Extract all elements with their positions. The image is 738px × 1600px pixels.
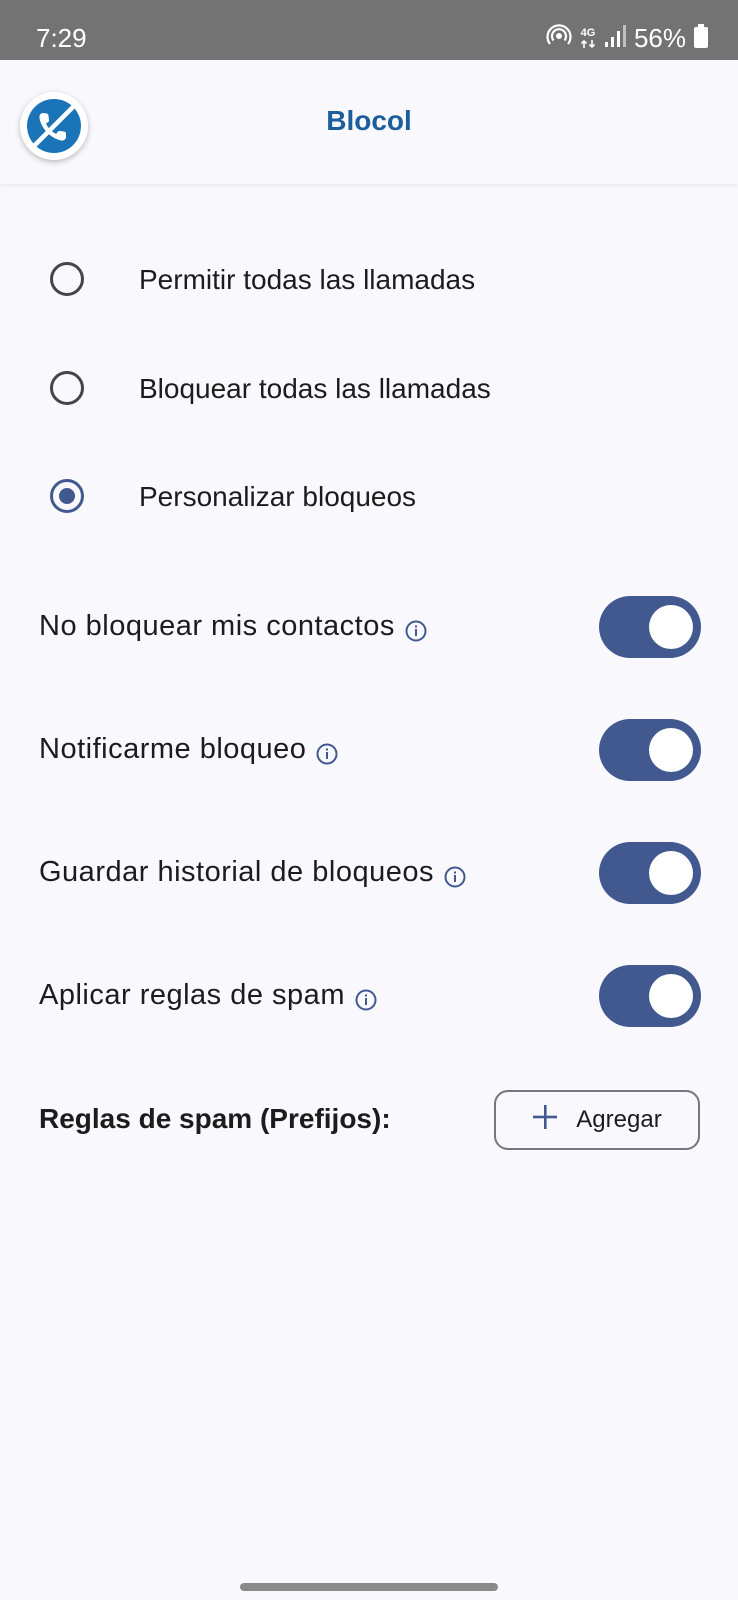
signal-icon xyxy=(604,24,626,53)
home-indicator[interactable] xyxy=(240,1583,498,1591)
setting-label-text: Notificarme bloqueo xyxy=(39,733,307,765)
toggle-switch[interactable] xyxy=(599,965,701,1027)
info-icon[interactable] xyxy=(355,984,377,1011)
status-bar: 7:29 4G 56% xyxy=(0,0,738,60)
toggle-knob xyxy=(649,605,693,649)
setting-label: Aplicar reglas de spam xyxy=(39,977,377,1013)
battery-icon xyxy=(694,23,708,53)
toggle-switch[interactable] xyxy=(599,719,701,781)
status-icons: 4G 56% xyxy=(546,22,708,54)
setting-label: Notificarme bloqueo xyxy=(39,731,338,767)
radio-button-selected[interactable] xyxy=(50,479,84,513)
setting-save-history: Guardar historial de bloqueos xyxy=(0,832,738,912)
network-4g-icon: 4G xyxy=(580,26,596,49)
radio-label: Bloquear todas las llamadas xyxy=(139,373,491,404)
add-button-label: Agregar xyxy=(576,1106,662,1133)
setting-label: Guardar historial de bloqueos xyxy=(39,854,466,890)
setting-no-block-contacts: No bloquear mis contactos xyxy=(0,586,738,666)
toggle-switch[interactable] xyxy=(599,842,701,904)
radio-allow-all[interactable]: Permitir todas las llamadas xyxy=(0,240,738,320)
toggle-knob xyxy=(649,728,693,772)
plus-icon xyxy=(532,1104,558,1137)
setting-notify-block: Notificarme bloqueo xyxy=(0,709,738,789)
toggle-switch[interactable] xyxy=(599,596,701,658)
app-title: Blocol xyxy=(326,105,412,136)
info-icon[interactable] xyxy=(444,861,466,888)
hotspot-icon xyxy=(546,23,572,54)
radio-customize[interactable]: Personalizar bloqueos xyxy=(0,457,738,537)
info-icon[interactable] xyxy=(316,738,338,765)
info-icon[interactable] xyxy=(405,615,427,642)
radio-label: Personalizar bloqueos xyxy=(139,481,417,512)
setting-label-text: No bloquear mis contactos xyxy=(39,610,395,642)
radio-label: Permitir todas las llamadas xyxy=(139,264,476,295)
battery-percent: 56% xyxy=(633,23,686,53)
toggle-knob xyxy=(649,974,693,1018)
radio-selected-dot xyxy=(59,488,75,504)
setting-label-text: Aplicar reglas de spam xyxy=(39,979,345,1011)
setting-apply-spam-rules: Aplicar reglas de spam xyxy=(0,955,738,1035)
toggle-knob xyxy=(649,851,693,895)
radio-button[interactable] xyxy=(50,371,84,405)
status-time: 7:29 xyxy=(36,23,87,53)
app-bar: Blocol xyxy=(0,60,738,184)
setting-label: No bloquear mis contactos xyxy=(39,608,427,644)
add-spam-rule-button[interactable]: Agregar xyxy=(494,1090,700,1150)
setting-label-text: Guardar historial de bloqueos xyxy=(39,856,434,888)
network-type: 4G xyxy=(580,26,596,39)
spam-rules-title: Reglas de spam (Prefijos): xyxy=(39,1103,391,1134)
radio-block-all[interactable]: Bloquear todas las llamadas xyxy=(0,349,738,429)
radio-button[interactable] xyxy=(50,262,84,296)
